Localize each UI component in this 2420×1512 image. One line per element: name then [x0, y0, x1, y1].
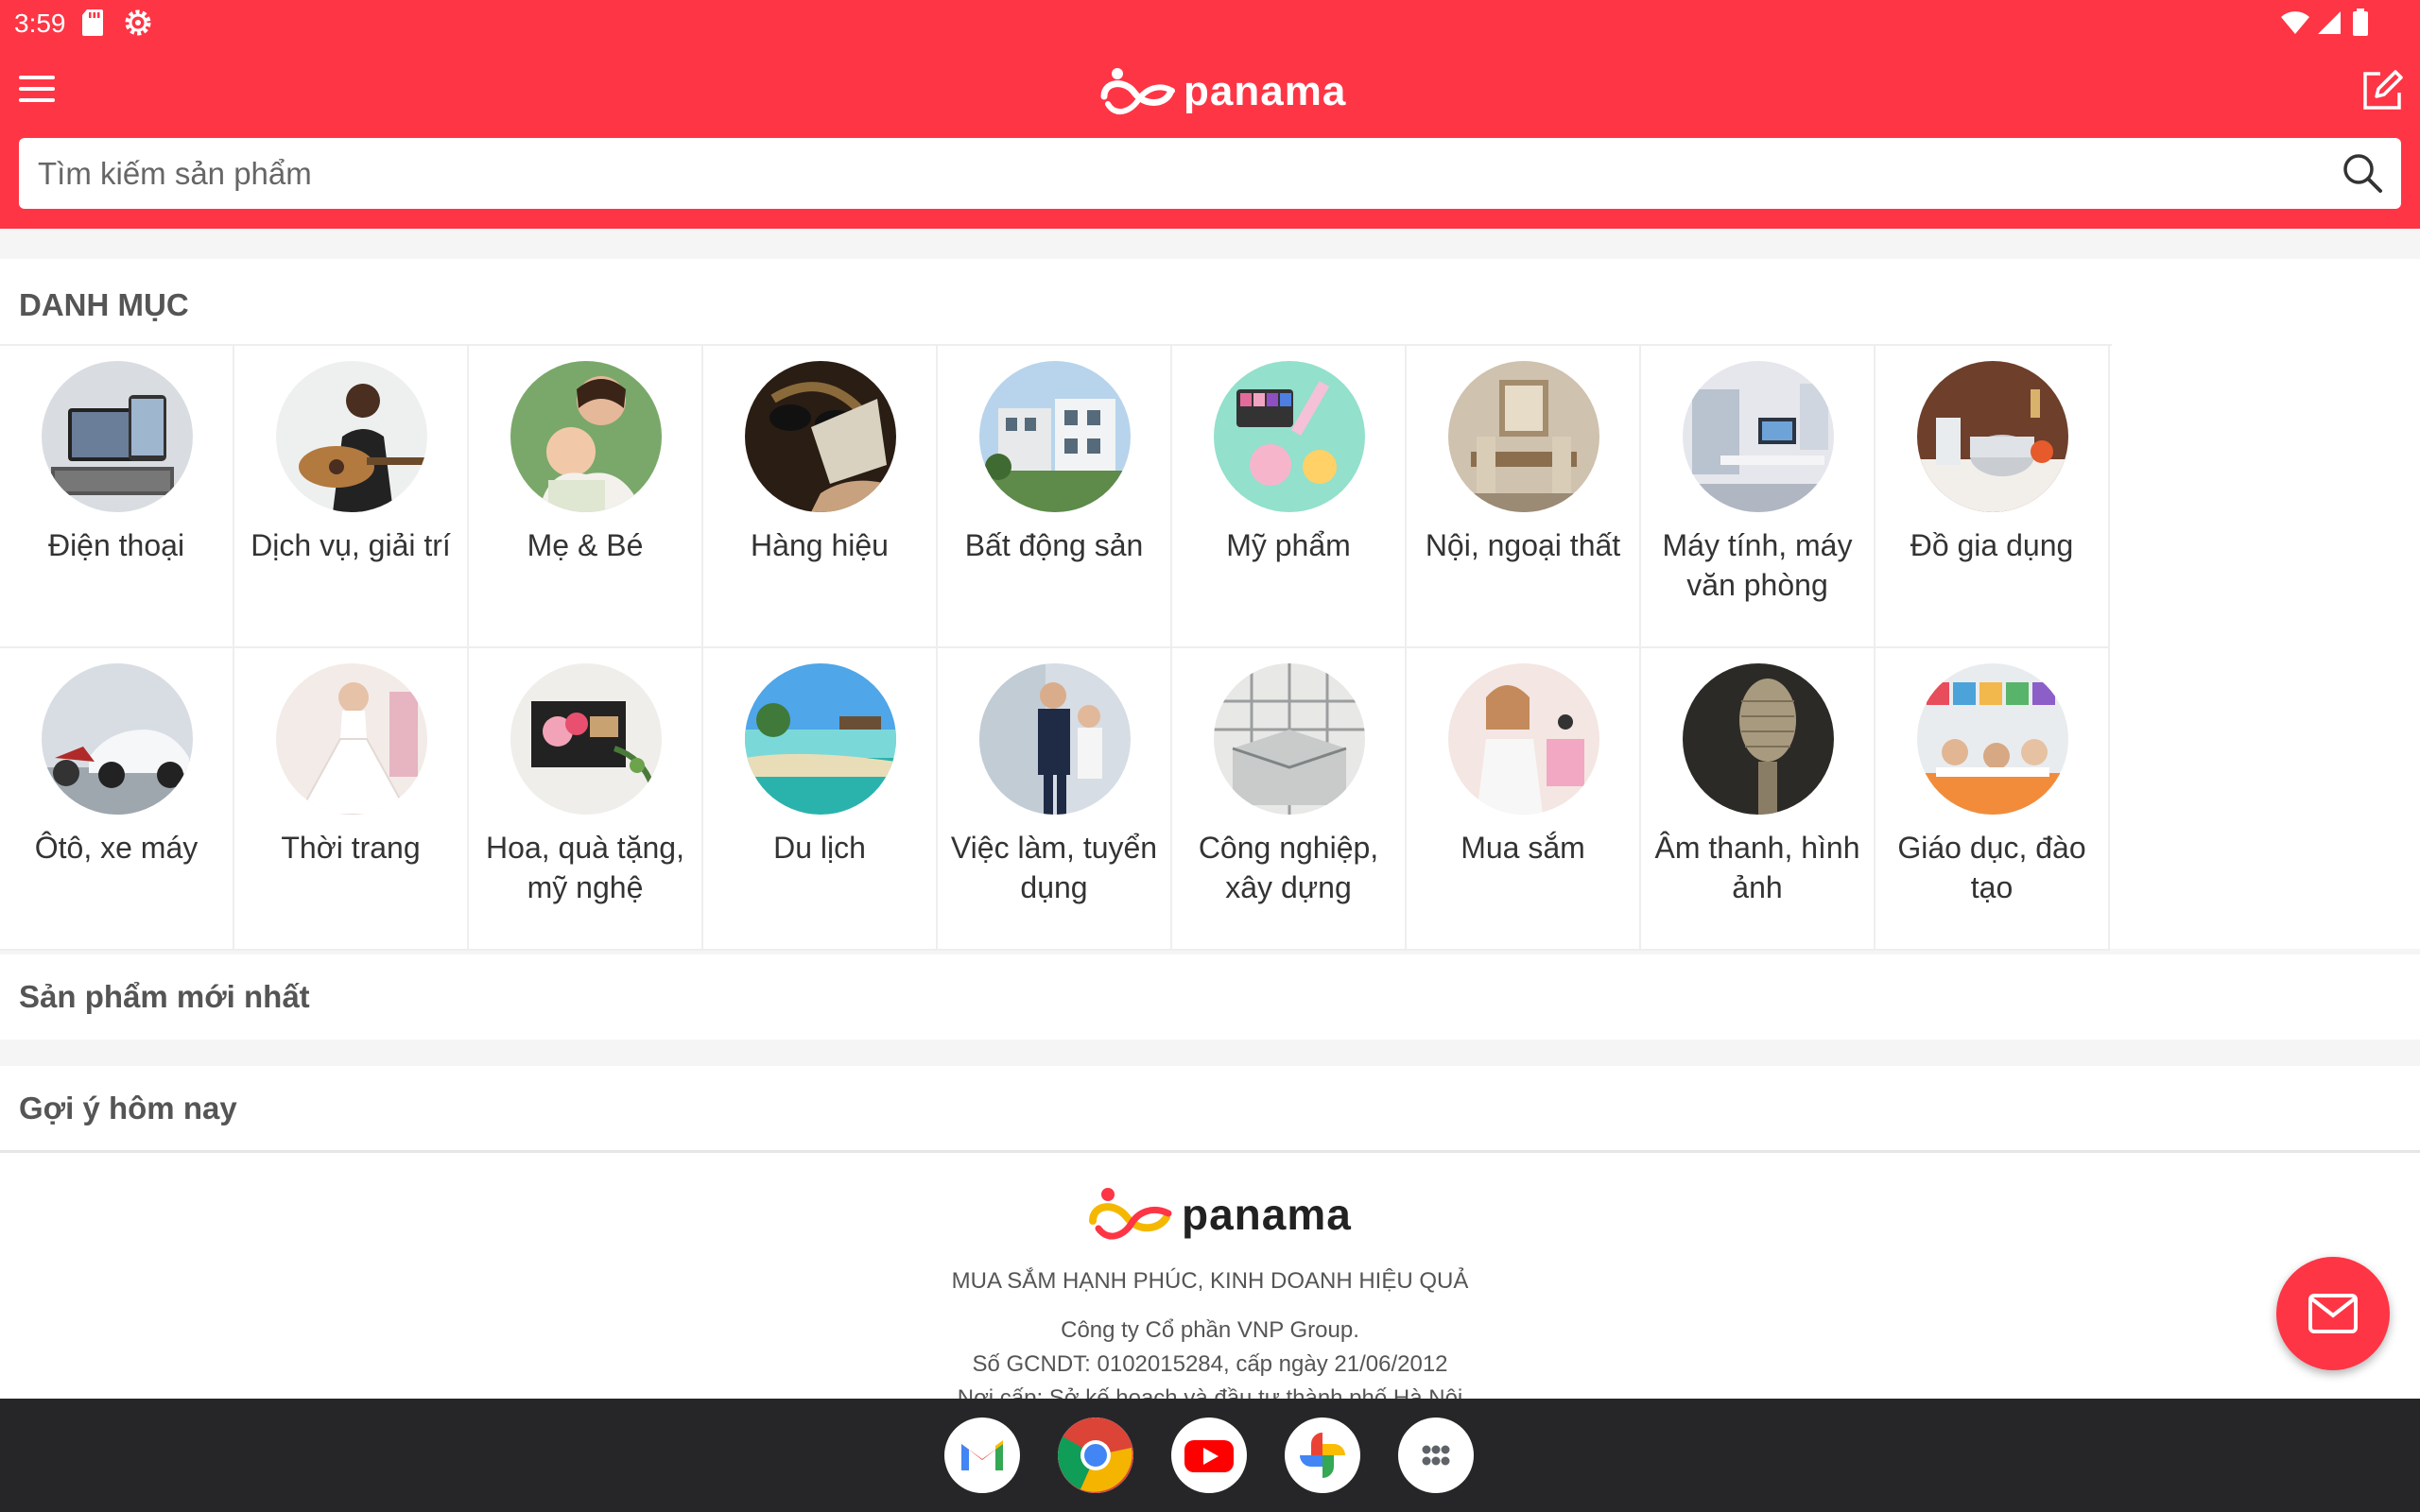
category-item[interactable]: Thời trang — [234, 648, 469, 951]
panama-logo-icon — [1089, 1188, 1172, 1240]
search-icon[interactable] — [2341, 151, 2384, 199]
category-image — [979, 663, 1131, 815]
footer-license: Số GCNDT: 0102015284, cấp ngày 21/06/201… — [972, 1351, 1448, 1377]
status-time: 3:59 — [14, 9, 66, 38]
category-image — [745, 663, 896, 815]
category-item[interactable]: Dịch vụ, giải trí — [234, 346, 469, 648]
category-label: Hàng hiệu — [751, 528, 889, 562]
category-label: Mỹ phẩm — [1226, 528, 1351, 562]
app-drawer-icon[interactable] — [1398, 1418, 1474, 1493]
category-image — [276, 361, 427, 512]
message-fab-button[interactable] — [2276, 1257, 2390, 1370]
mail-icon — [2308, 1294, 2358, 1333]
screen: 3:59 panama Tìm kiếm sản phẩm DANH MỤC Đ… — [0, 0, 2420, 1512]
category-label: Ôtô, xe máy — [34, 831, 199, 865]
category-label: Hoa, quà tặng, mỹ nghệ — [486, 831, 684, 904]
footer-company: Công ty Cổ phần VNP Group. — [1061, 1317, 1359, 1343]
category-section: DANH MỤC Điện thoại Dịch vụ, giải trí Mẹ &… — [0, 259, 2420, 951]
category-item[interactable]: Nội, ngoại thất — [1407, 346, 1641, 648]
category-item[interactable]: Công nghiệp, xây dựng — [1172, 648, 1407, 951]
chrome-icon[interactable] — [1058, 1418, 1133, 1493]
category-label: Mua sắm — [1461, 831, 1585, 865]
menu-button[interactable] — [15, 72, 62, 110]
category-item[interactable]: Ôtô, xe máy — [0, 648, 234, 951]
category-item[interactable]: Mỹ phẩm — [1172, 346, 1407, 648]
main-content[interactable]: DANH MỤC Điện thoại Dịch vụ, giải trí Mẹ &… — [0, 229, 2420, 1411]
panama-logo[interactable]: panama — [1097, 60, 1346, 123]
category-image — [745, 361, 896, 512]
category-item[interactable]: Hoa, quà tặng, mỹ nghệ — [469, 648, 703, 951]
category-label: Âm thanh, hình ảnh — [1654, 831, 1860, 904]
sd-card-icon — [81, 9, 104, 42]
category-label: Công nghiệp, xây dựng — [1198, 831, 1379, 904]
category-image — [1917, 663, 2068, 815]
logo-text: panama — [1184, 68, 1347, 114]
footer-slogan: MUA SẮM HẠNH PHÚC, KINH DOANH HIỆU QUẢ — [951, 1268, 1469, 1294]
panama-logo-icon — [1100, 68, 1175, 115]
category-label: Dịch vụ, giải trí — [251, 528, 451, 562]
newest-products-title: Sản phẩm mới nhất — [19, 979, 310, 1014]
category-item[interactable]: Máy tính, máy văn phòng — [1641, 346, 1876, 648]
gmail-icon[interactable] — [944, 1418, 1020, 1493]
category-label: Thời trang — [281, 831, 421, 865]
wifi-icon — [2280, 9, 2310, 41]
category-image — [510, 663, 662, 815]
footer-logo: panama — [1085, 1181, 1352, 1247]
category-item[interactable]: Việc làm, tuyển dụng — [938, 648, 1172, 951]
category-item[interactable]: Mẹ & Bé — [469, 346, 703, 648]
category-label: Mẹ & Bé — [527, 528, 644, 562]
category-item[interactable]: Âm thanh, hình ảnh — [1641, 648, 1876, 951]
category-image — [1448, 361, 1599, 512]
footer-logo-text: panama — [1182, 1190, 1352, 1239]
category-label: Việc làm, tuyển dụng — [950, 831, 1158, 904]
suggestions-section: Gợi ý hôm nay — [0, 1066, 2420, 1153]
post-ad-button[interactable] — [2360, 68, 2405, 113]
battery-icon — [2352, 9, 2369, 42]
category-image — [1214, 663, 1365, 815]
category-label: Nội, ngoại thất — [1425, 528, 1621, 562]
footer: panama MUA SẮM HẠNH PHÚC, KINH DOANH HIỆ… — [0, 1153, 2420, 1411]
category-image — [1448, 663, 1599, 815]
category-label: Bất động sản — [964, 528, 1144, 562]
category-item[interactable]: Du lịch — [703, 648, 938, 951]
category-title: DANH MỤC — [19, 287, 189, 322]
category-item[interactable]: Hàng hiệu — [703, 346, 938, 648]
category-label: Đồ gia dụng — [1910, 528, 2074, 562]
category-item[interactable]: Đồ gia dụng — [1876, 346, 2110, 648]
settings-gear-icon — [123, 8, 153, 43]
category-label: Giáo dục, đào tạo — [1897, 831, 2086, 904]
app-bar: panama — [0, 47, 2420, 229]
category-item[interactable]: Giáo dục, đào tạo — [1876, 648, 2110, 951]
category-image — [1917, 361, 2068, 512]
newest-products-section: Sản phẩm mới nhất — [0, 954, 2420, 1040]
youtube-icon[interactable] — [1171, 1418, 1247, 1493]
signal-icon — [2316, 9, 2342, 41]
category-image — [510, 361, 662, 512]
category-grid: Điện thoại Dịch vụ, giải trí Mẹ & Bé Hàng h… — [0, 344, 2112, 951]
category-image — [42, 361, 193, 512]
status-bar: 3:59 — [0, 0, 2420, 47]
category-image — [1683, 361, 1834, 512]
search-input[interactable] — [19, 138, 2325, 209]
category-label: Máy tính, máy văn phòng — [1662, 528, 1853, 602]
category-item[interactable]: Điện thoại — [0, 346, 234, 648]
category-image — [979, 361, 1131, 512]
category-item[interactable]: Bất động sản — [938, 346, 1172, 648]
search-bar — [19, 138, 2401, 209]
photos-icon[interactable] — [1285, 1418, 1360, 1493]
app-dock — [0, 1399, 2420, 1512]
category-image — [42, 663, 193, 815]
category-image — [1683, 663, 1834, 815]
edit-icon — [2363, 70, 2403, 110]
suggestions-title: Gợi ý hôm nay — [19, 1091, 237, 1125]
category-image — [276, 663, 427, 815]
hamburger-icon — [19, 76, 55, 79]
category-label: Du lịch — [773, 831, 866, 865]
category-label: Điện thoại — [47, 528, 185, 562]
category-image — [1214, 361, 1365, 512]
category-item[interactable]: Mua sắm — [1407, 648, 1641, 951]
